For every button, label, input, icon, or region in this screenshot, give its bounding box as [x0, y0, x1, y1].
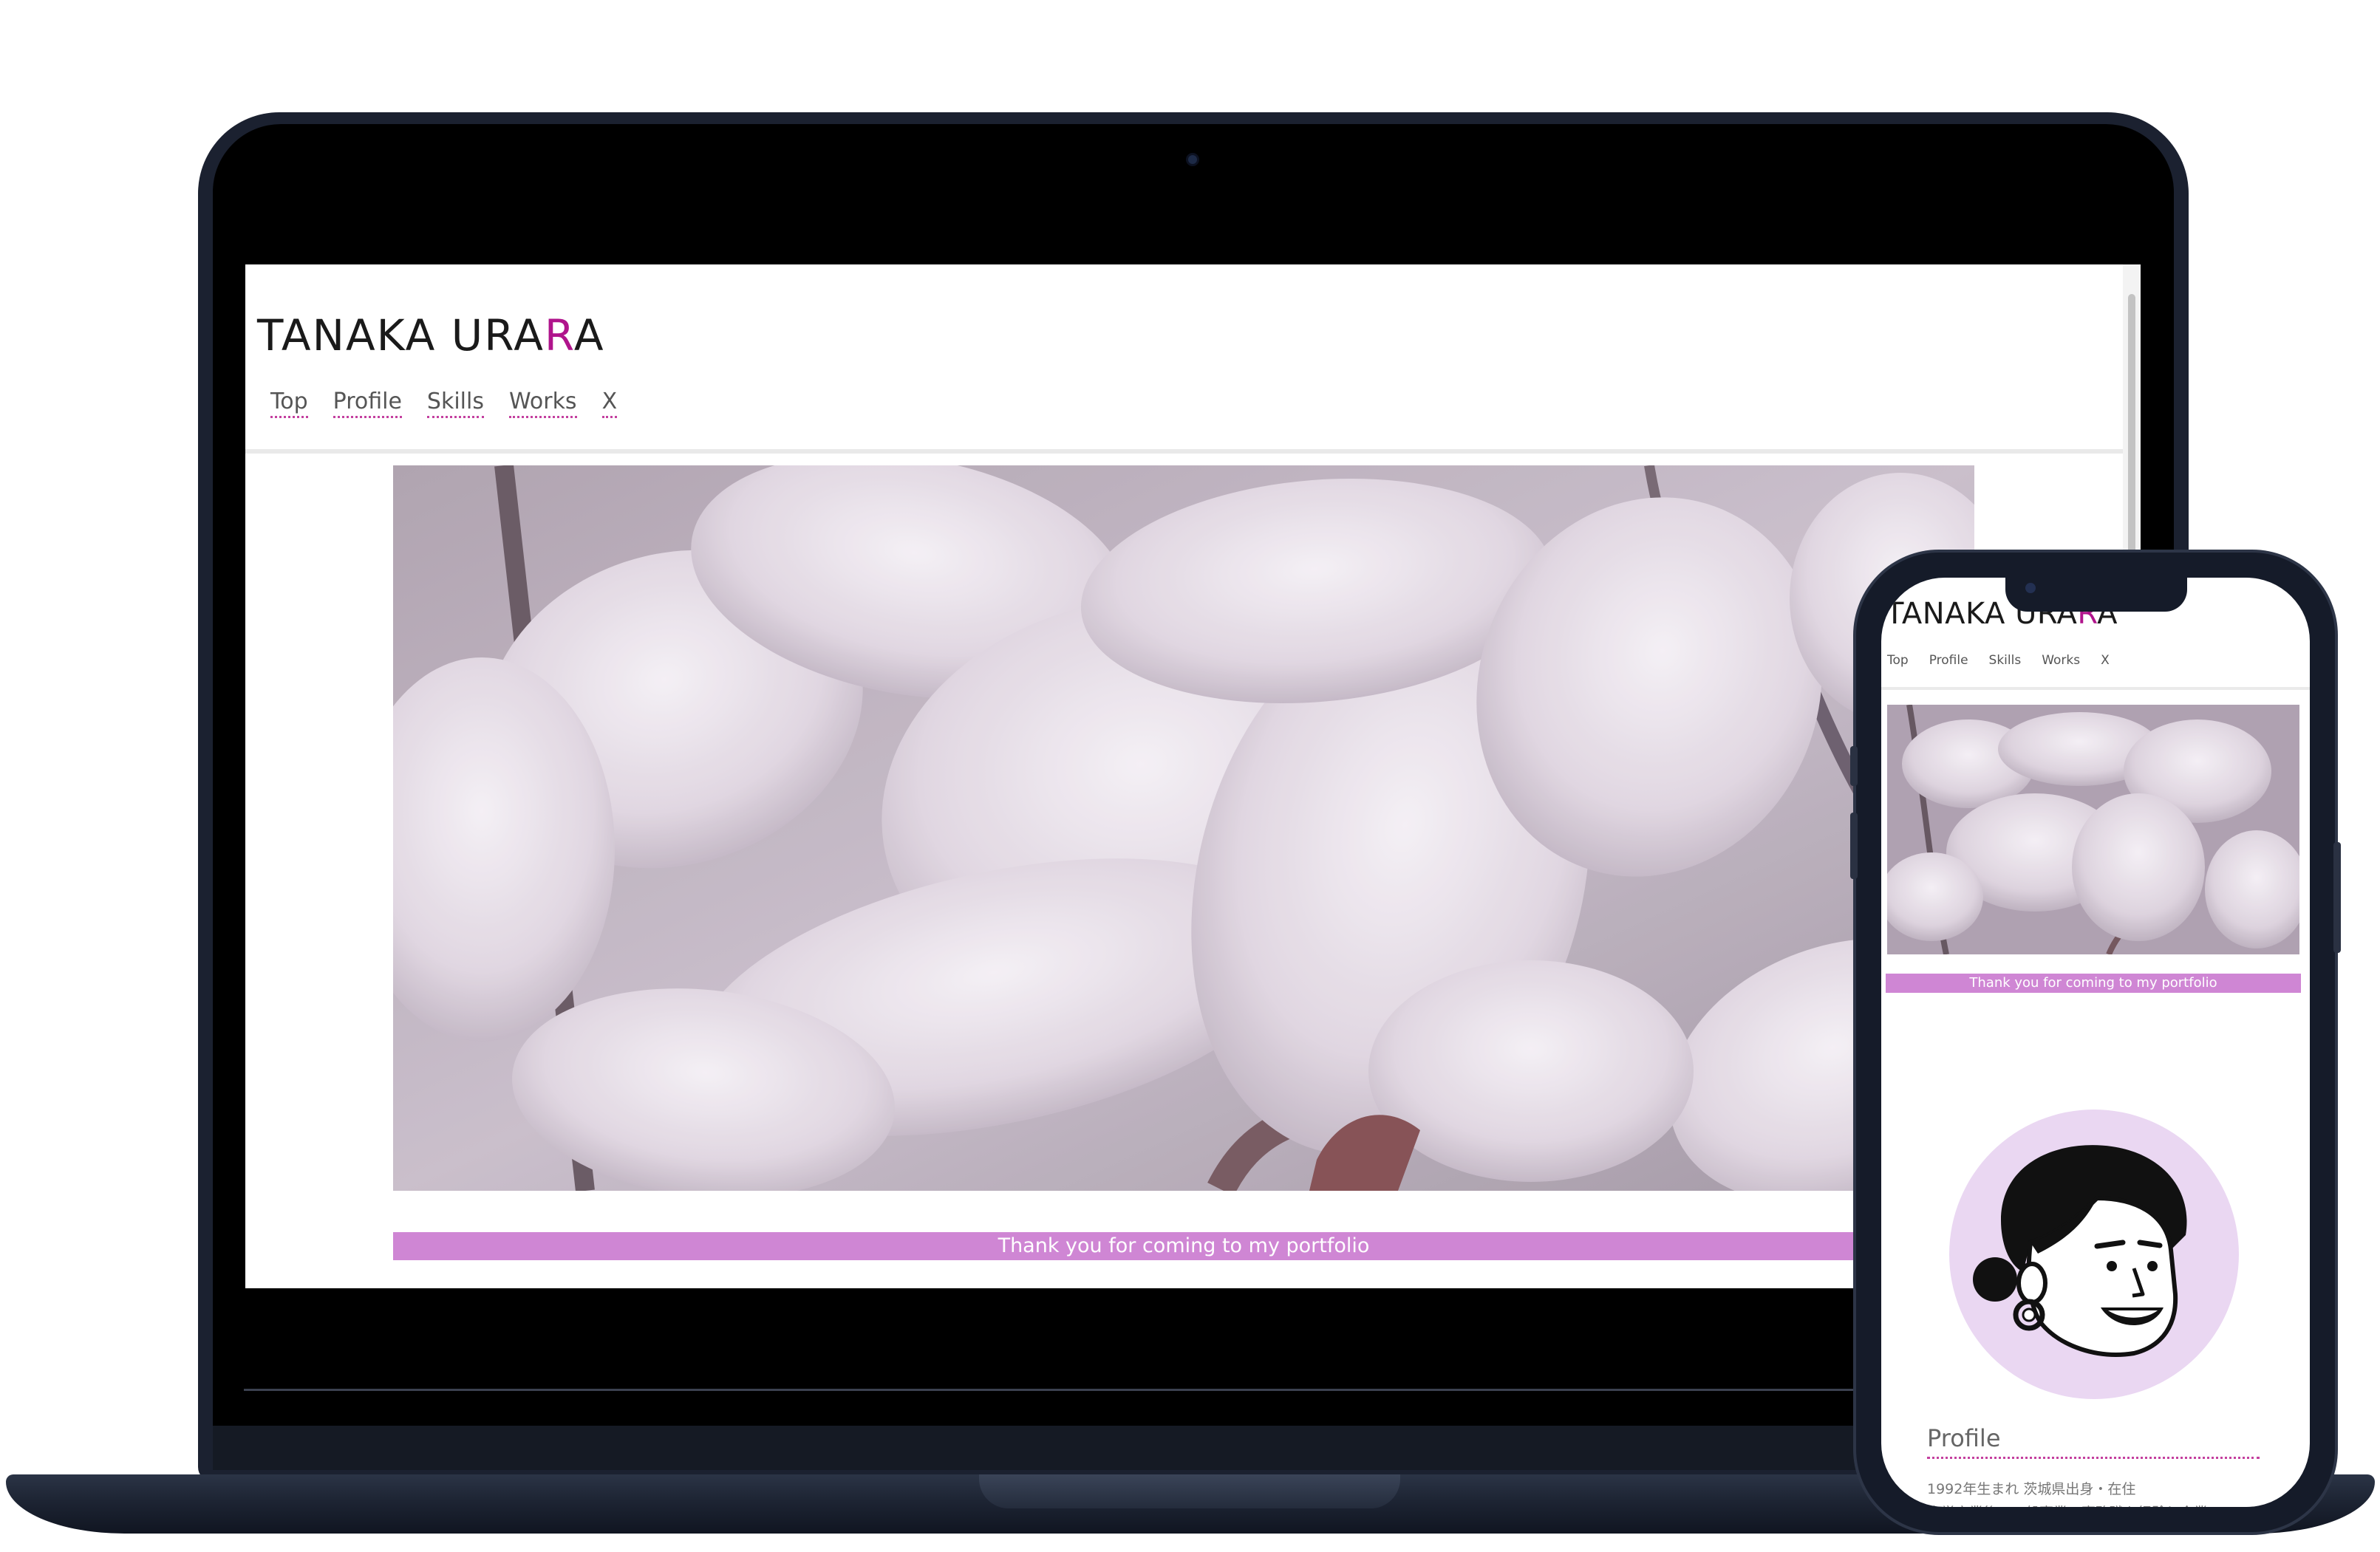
- header-divider: [245, 449, 2123, 454]
- laptop-hinge: [244, 1389, 2135, 1391]
- nav-link-profile[interactable]: Profile: [333, 389, 402, 418]
- laptop-notch: [1075, 124, 1312, 204]
- phone-header-divider: [1881, 687, 2310, 690]
- profile-text-line-2: 大学卒業後、一般事業・事務職を経験し全業: [1927, 1501, 2208, 1507]
- phone-nav: Top Profile Skills Works X: [1887, 653, 2130, 668]
- profile-text-line-1: 1992年生まれ 茨城県出身・在住: [1927, 1481, 2136, 1497]
- phone-screen: TANAKA URARA Top Profile Skills Works X: [1881, 578, 2310, 1507]
- welcome-banner: Thank you for coming to my portfolio: [393, 1232, 1974, 1260]
- laptop-base-notch: [979, 1474, 1400, 1508]
- site-logo[interactable]: TANAKA URARA: [257, 310, 605, 360]
- woman-portrait-icon: [1973, 1145, 2187, 1357]
- phone-side-button: [1850, 746, 1858, 786]
- nav-link-x[interactable]: X: [601, 389, 618, 418]
- main-nav: Top Profile Skills Works X: [270, 389, 642, 418]
- avatar: [1949, 1110, 2239, 1399]
- phone-camera-icon: [2025, 583, 2036, 593]
- phone-hero-image: [1887, 705, 2299, 954]
- nav-link-works[interactable]: Works: [508, 389, 577, 418]
- profile-heading-underline: [1927, 1457, 2260, 1459]
- logo-accent: R: [544, 310, 574, 360]
- phone-nav-link-skills[interactable]: Skills: [1989, 653, 2022, 668]
- phone-volume-up: [1850, 813, 1858, 879]
- logo-tail: A: [573, 310, 605, 360]
- phone-nav-link-profile[interactable]: Profile: [1929, 653, 1968, 668]
- phone-nav-link-works[interactable]: Works: [2042, 653, 2080, 668]
- phone-nav-link-top[interactable]: Top: [1887, 653, 1909, 668]
- logo-main: TANAKA URA: [257, 310, 545, 360]
- phone-volume-down: [2333, 842, 2341, 953]
- profile-heading: Profile: [1927, 1424, 2001, 1452]
- laptop-camera-icon: [1188, 155, 1197, 164]
- nav-link-skills[interactable]: Skills: [426, 389, 484, 418]
- phone-welcome-banner: Thank you for coming to my portfolio: [1886, 974, 2301, 993]
- nav-link-top[interactable]: Top: [270, 389, 308, 418]
- hero-image: [393, 465, 1974, 1191]
- phone-nav-link-x[interactable]: X: [2101, 653, 2110, 668]
- profile-text: 1992年生まれ 茨城県出身・在住 大学卒業後、一般事業・事務職を経験し全業: [1927, 1477, 2208, 1507]
